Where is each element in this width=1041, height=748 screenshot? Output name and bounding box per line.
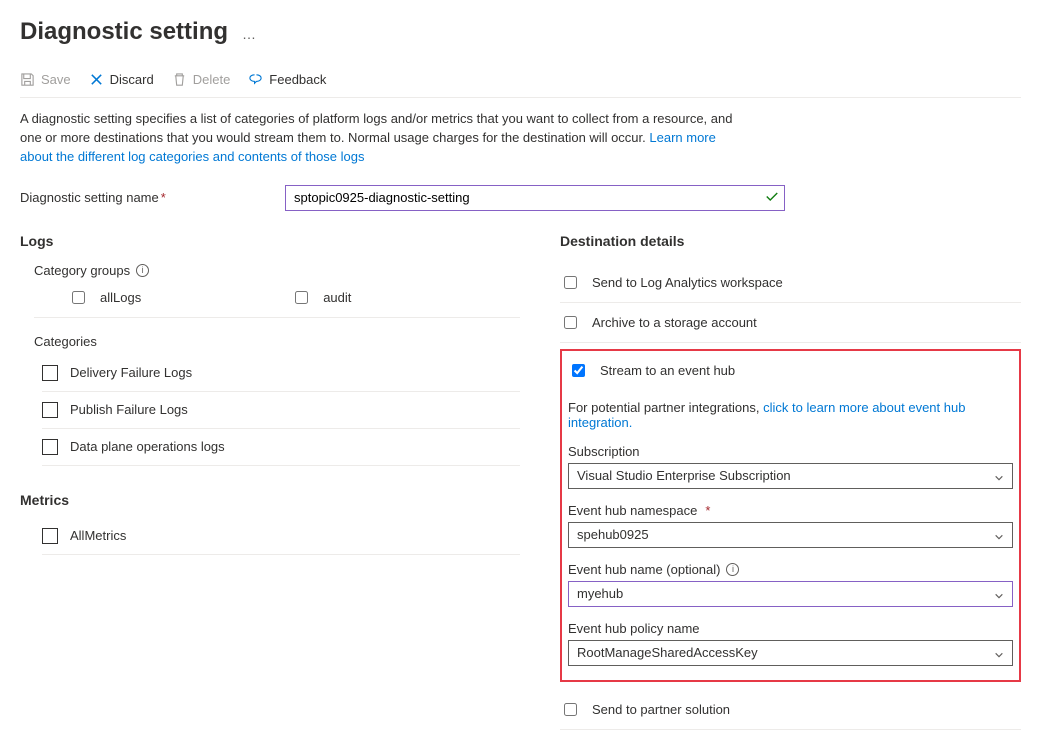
chevron-down-icon [994,648,1004,658]
hubname-label: Event hub name (optional) i [568,562,1013,577]
event-hub-hint: For potential partner integrations, clic… [568,400,1013,430]
subscription-label: Subscription [568,444,1013,459]
hubname-select[interactable]: myehub [568,581,1013,607]
archive-storage-checkbox[interactable] [564,316,577,329]
delivery-failure-checkbox[interactable] [42,365,58,381]
stream-event-hub-checkbox[interactable] [572,364,585,377]
allmetrics-label: AllMetrics [70,528,126,543]
policy-label: Event hub policy name [568,621,1013,636]
logs-section-title: Logs [20,233,520,249]
dataplane-ops-checkbox[interactable] [42,439,58,455]
policy-select[interactable]: RootManageSharedAccessKey [568,640,1013,666]
info-icon[interactable]: i [726,563,739,576]
feedback-icon [248,72,263,87]
send-log-analytics-checkbox[interactable] [564,276,577,289]
discard-button[interactable]: Discard [89,72,154,87]
save-button[interactable]: Save [20,72,71,87]
send-partner-label: Send to partner solution [592,702,730,717]
delete-icon [172,72,187,87]
alllogs-checkbox[interactable] [72,291,85,304]
audit-checkbox[interactable] [295,291,308,304]
stream-event-hub-section: Stream to an event hub For potential par… [560,349,1021,682]
subscription-select[interactable]: Visual Studio Enterprise Subscription [568,463,1013,489]
send-partner-checkbox[interactable] [564,703,577,716]
delete-button[interactable]: Delete [172,72,231,87]
metrics-section-title: Metrics [20,492,520,508]
page-title: Diagnostic setting [20,18,228,46]
toolbar: Save Discard Delete Feedback [20,72,1021,98]
chevron-down-icon [994,589,1004,599]
chevron-down-icon [994,471,1004,481]
categories-label: Categories [34,334,520,349]
delivery-failure-label: Delivery Failure Logs [70,365,192,380]
feedback-button[interactable]: Feedback [248,72,326,87]
save-icon [20,72,35,87]
allmetrics-checkbox[interactable] [42,528,58,544]
archive-storage-label: Archive to a storage account [592,315,757,330]
alllogs-label: allLogs [100,290,141,305]
publish-failure-label: Publish Failure Logs [70,402,188,417]
discard-icon [89,72,104,87]
valid-check-icon [765,189,779,206]
destination-section-title: Destination details [560,233,1021,249]
namespace-select[interactable]: spehub0925 [568,522,1013,548]
setting-name-input[interactable] [285,185,785,211]
dataplane-ops-label: Data plane operations logs [70,439,225,454]
namespace-label: Event hub namespace* [568,503,1013,518]
category-groups-label: Category groups i [34,263,520,278]
more-actions-button[interactable]: … [242,26,257,42]
info-icon[interactable]: i [136,264,149,277]
audit-label: audit [323,290,351,305]
publish-failure-checkbox[interactable] [42,402,58,418]
chevron-down-icon [994,530,1004,540]
stream-event-hub-label: Stream to an event hub [600,363,735,378]
intro-text: A diagnostic setting specifies a list of… [20,110,740,167]
send-log-analytics-label: Send to Log Analytics workspace [592,275,783,290]
setting-name-label: Diagnostic setting name* [20,190,285,205]
